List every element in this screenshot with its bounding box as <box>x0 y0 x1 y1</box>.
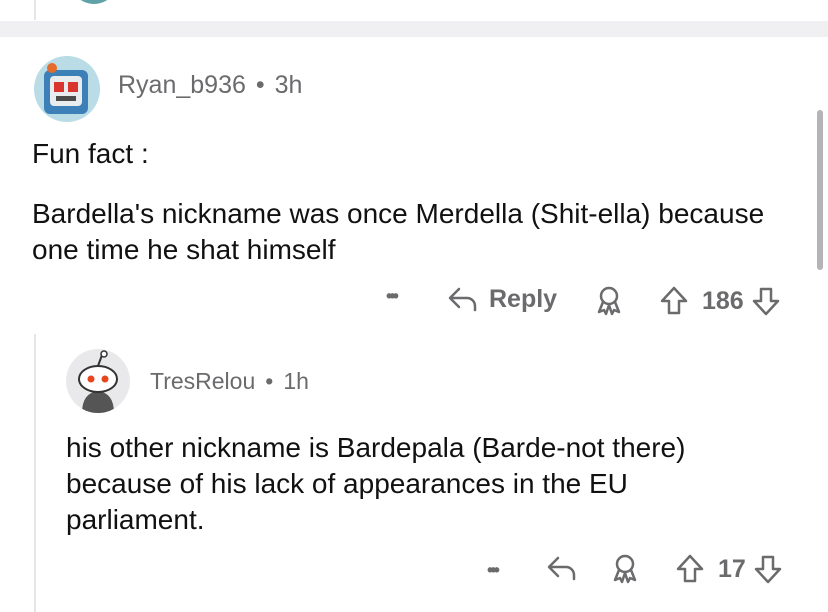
vote-controls: 17 <box>674 553 784 585</box>
meta-separator: • <box>255 71 265 99</box>
comment-paragraph: Bardella's nickname was once Merdella (S… <box>32 198 765 265</box>
award-icon <box>594 285 624 317</box>
reply-label: Reply <box>489 284 558 313</box>
vote-count: 17 <box>718 554 746 583</box>
upvote-icon[interactable] <box>674 553 706 585</box>
comment-separator <box>0 21 828 37</box>
username-link[interactable]: TresRelou <box>150 368 255 394</box>
more-options-icon: ••• <box>386 286 399 306</box>
award-button[interactable] <box>594 285 624 317</box>
comment-body: Fun fact : Bardella's nickname was once … <box>32 136 772 268</box>
meta-separator: • <box>265 368 274 394</box>
previous-avatar <box>70 0 118 4</box>
reply-thread-line <box>34 334 36 612</box>
comment-paragraph: his other nickname is Bardepala (Barde-n… <box>66 432 686 535</box>
more-options-button[interactable]: ••• <box>487 560 500 581</box>
reply-arrow-icon <box>447 284 479 314</box>
comment-meta: Ryan_b936 • 3h <box>118 71 302 100</box>
reply-button[interactable]: Reply <box>447 284 557 314</box>
vote-controls: 186 <box>658 285 782 317</box>
downvote-icon[interactable] <box>750 285 782 317</box>
downvote-icon[interactable] <box>752 553 784 585</box>
scrollbar[interactable] <box>817 110 823 270</box>
user-avatar[interactable] <box>34 56 100 122</box>
previous-thread-line <box>34 0 36 20</box>
comment-paragraph: Fun fact : <box>32 138 149 169</box>
comment-age: 3h <box>274 71 303 99</box>
comment-age: 1h <box>283 368 309 394</box>
award-icon <box>610 553 640 585</box>
award-button[interactable] <box>610 553 640 585</box>
reply-arrow-icon <box>546 553 578 583</box>
reply-button[interactable] <box>546 553 578 583</box>
more-options-button[interactable]: ••• <box>386 286 399 307</box>
comment-body: his other nickname is Bardepala (Barde-n… <box>66 430 766 538</box>
comment-meta: TresRelou • 1h <box>150 368 309 395</box>
vote-count: 186 <box>702 286 744 315</box>
upvote-icon[interactable] <box>658 285 690 317</box>
user-avatar[interactable] <box>66 349 130 413</box>
more-options-icon: ••• <box>487 560 500 580</box>
username-link[interactable]: Ryan_b936 <box>118 71 246 99</box>
